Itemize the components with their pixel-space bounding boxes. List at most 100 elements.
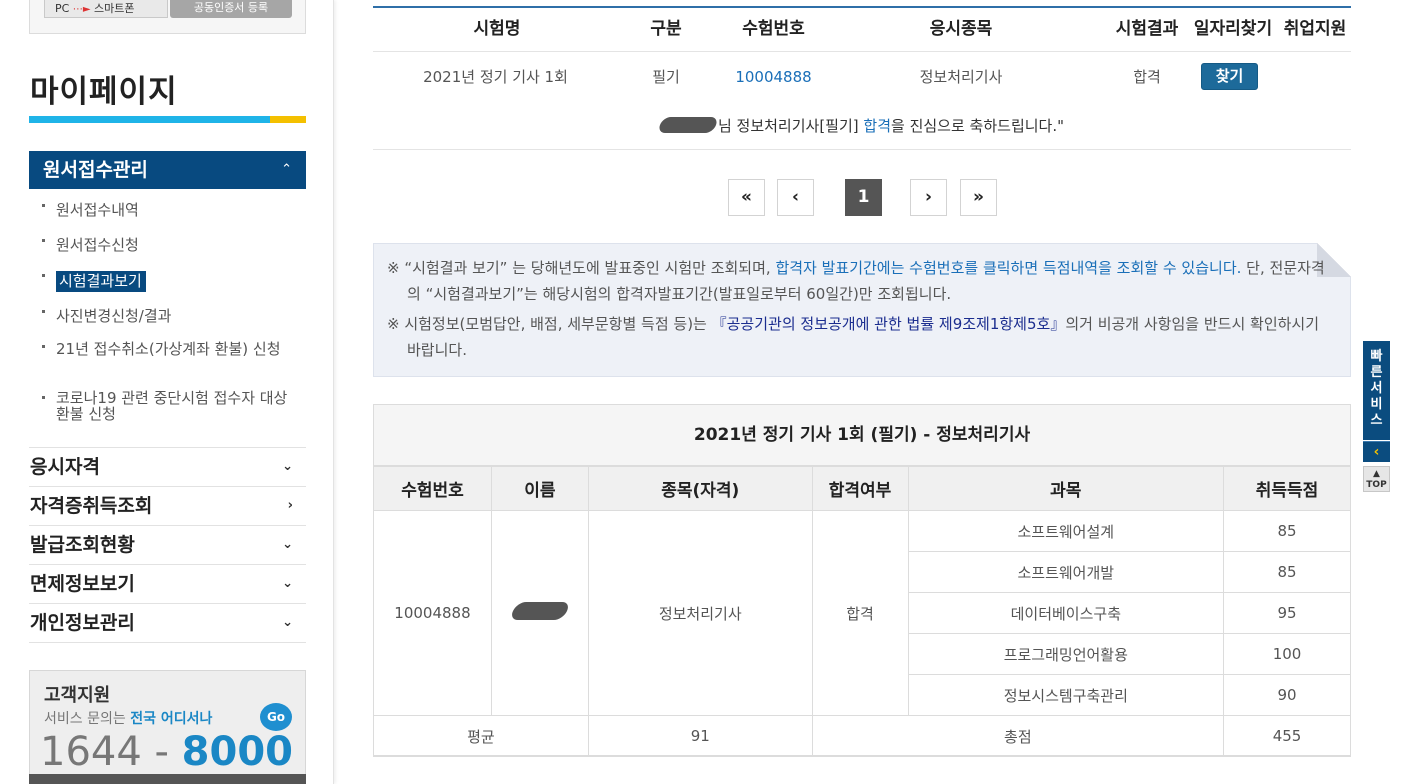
menu-eligibility[interactable]: 응시자격 ⌄ <box>29 448 306 487</box>
result-detail: 2021년 정기 기사 1회 (필기) - 정보처리기사 수험번호 이름 종목(… <box>373 404 1351 757</box>
first-page-button[interactable]: « <box>728 179 765 216</box>
cell-type: 필기 <box>652 68 680 86</box>
page: PC ⋯► 스마트폰 공동인증서 등록 마이페이지 원서접수관리 ⌃ 원서접수내… <box>0 0 1404 784</box>
total-label: 총점 <box>811 715 1225 757</box>
notice-box: ※ “시험결과 보기” 는 당해년도에 발표중인 시험만 조회되며, 합격자 발… <box>373 243 1351 377</box>
page-1-button[interactable]: 1 <box>845 179 882 216</box>
sidebar: PC ⋯► 스마트폰 공동인증서 등록 마이페이지 원서접수관리 ⌃ 원서접수내… <box>0 0 334 784</box>
sidebar-menu-list: 응시자격 ⌄ 자격증취득조회 › 발급조회현황 ⌄ 면제정보보기 ⌄ 개인정보관리 ⌄ <box>29 447 306 643</box>
quick-service-button[interactable]: 빠른서비스 <box>1363 341 1390 440</box>
submenu-item-covid-refund[interactable]: 코로나19 관련 중단시험 접수자 대상 환불 신청 <box>29 388 306 428</box>
last-page-button[interactable]: » <box>960 179 997 216</box>
prev-page-button[interactable]: ‹ <box>777 179 814 216</box>
page-title: 마이페이지 <box>30 74 178 110</box>
average-value: 91 <box>587 715 813 757</box>
menu-issuance-status[interactable]: 발급조회현황 ⌄ <box>29 526 306 565</box>
result-name <box>490 510 589 716</box>
next-page-button[interactable]: › <box>910 179 947 216</box>
subject-name: 데이터베이스구축 <box>907 592 1225 634</box>
header-employment-support: 취업지원 <box>1283 19 1347 39</box>
exam-no-link[interactable]: 10004888 <box>735 68 811 86</box>
menu-certificate-lookup[interactable]: 자격증취득조회 › <box>29 487 306 526</box>
subject-score: 85 <box>1223 551 1351 593</box>
menu-application-management[interactable]: 원서접수관리 ⌃ <box>29 151 306 189</box>
redacted-name <box>657 117 719 133</box>
menu-exemption-info[interactable]: 면제정보보기 ⌄ <box>29 565 306 604</box>
subject-name: 정보시스템구축관리 <box>907 674 1225 716</box>
support-bottom-bar <box>29 774 306 784</box>
table-row: 2021년 정기 기사 1회 필기 10004888 정보처리기사 합격 찾기 <box>373 52 1351 102</box>
result-header-name: 이름 <box>490 466 589 511</box>
result-table: 수험번호 이름 종목(자격) 합격여부 과목 취득득점 10004888 정보처… <box>373 466 1351 757</box>
submenu-item-application-history[interactable]: 원서접수내역 <box>29 196 306 231</box>
menu-personal-info[interactable]: 개인정보관리 ⌄ <box>29 604 306 643</box>
submenu-item-photo-change[interactable]: 사진변경신청/결과 <box>29 302 306 337</box>
header-result: 시험결과 <box>1115 19 1179 39</box>
result-header-pass: 합격여부 <box>811 466 909 511</box>
header-exam-name: 시험명 <box>473 19 521 39</box>
result-header-score: 취득득점 <box>1223 466 1351 511</box>
average-label: 평균 <box>373 715 589 757</box>
support-desc: 서비스 문의는 전국 어디서나 <box>44 711 213 727</box>
subject-score: 90 <box>1223 674 1351 716</box>
mobile-label: 스마트폰 <box>94 2 135 15</box>
caret-up-icon: ▲ <box>1373 469 1380 479</box>
result-caption: 2021년 정기 기사 1회 (필기) - 정보처리기사 <box>374 405 1350 466</box>
cell-exam-no: 10004888 <box>711 52 836 102</box>
chevron-up-icon: ⌃ <box>281 162 292 177</box>
scroll-top-button[interactable]: ▲ TOP <box>1363 466 1390 492</box>
result-header-qualification: 종목(자격) <box>587 466 813 511</box>
header-subject: 응시종목 <box>929 19 993 39</box>
title-underline-blue <box>29 116 270 123</box>
exam-table-header: 시험명 구분 수험번호 응시종목 시험결과 일자리찾기 취업지원 <box>373 8 1351 52</box>
result-header-exam-no: 수험번호 <box>373 466 492 511</box>
submenu-item-application-request[interactable]: 원서접수신청 <box>29 231 306 266</box>
subject-score: 85 <box>1223 510 1351 552</box>
go-button[interactable]: Go <box>260 703 292 731</box>
chevron-down-icon: ⌄ <box>282 615 293 630</box>
subject-score: 100 <box>1223 633 1351 675</box>
cell-exam-name: 2021년 정기 기사 1회 <box>423 68 568 86</box>
result-exam-no: 10004888 <box>373 510 492 716</box>
pc-label: PC <box>55 2 70 15</box>
result-pass: 합격 <box>811 510 909 716</box>
result-header-row: 수험번호 이름 종목(자격) 합격여부 과목 취득득점 <box>373 466 1351 511</box>
submenu-item-cancel-refund[interactable]: 21년 접수취소(가상계좌 환불) 신청 <box>29 337 306 388</box>
redacted-name <box>508 602 572 620</box>
notice-line-1: ※ “시험결과 보기” 는 당해년도에 발표중인 시험만 조회되며, 합격자 발… <box>387 259 1325 303</box>
subject-name: 소프트웨어개발 <box>907 551 1225 593</box>
title-underline-yellow <box>270 116 306 123</box>
chevron-left-icon[interactable]: ‹ <box>1363 441 1390 462</box>
device-switch-box: PC ⋯► 스마트폰 공동인증서 등록 <box>29 0 306 34</box>
arrow-right-icon: ⋯► <box>72 4 91 15</box>
find-job-button[interactable]: 찾기 <box>1201 63 1258 90</box>
customer-support-box: 고객지원 서비스 문의는 전국 어디서나 1644 - 8000 Go <box>29 670 306 784</box>
summary-row: 평균 91 총점 455 <box>373 715 1351 757</box>
header-type: 구분 <box>650 19 682 39</box>
certificate-button[interactable]: 공동인증서 등록 <box>170 0 292 18</box>
cell-subject: 정보처리기사 <box>919 68 1003 86</box>
notice-line-2: ※ 시험정보(모범답안, 배점, 세부문항별 득점 등)는 『공공기관의 정보공… <box>387 315 1320 359</box>
cell-result: 합격 <box>1133 68 1161 86</box>
chevron-down-icon: ⌄ <box>282 537 293 552</box>
pc-mobile-switch-button[interactable]: PC ⋯► 스마트폰 <box>44 0 168 18</box>
header-job-search: 일자리찾기 <box>1193 19 1273 39</box>
menu-application-management-label: 원서접수관리 <box>43 159 148 181</box>
subject-score: 95 <box>1223 592 1351 634</box>
header-exam-no: 수험번호 <box>742 19 805 39</box>
support-phone: 1644 - 8000 <box>40 729 293 775</box>
chevron-right-icon: › <box>287 498 293 513</box>
submenu: 원서접수내역 원서접수신청 시험결과보기 사진변경신청/결과 21년 접수취소(… <box>29 196 306 428</box>
subject-name: 소프트웨어설계 <box>907 510 1225 552</box>
total-value: 455 <box>1223 715 1351 757</box>
congratulation-message: 님 정보처리기사[필기] 합격을 진심으로 축하드립니다." <box>373 110 1351 150</box>
result-qualification: 정보처리기사 <box>587 510 813 716</box>
subject-name: 프로그래밍언어활용 <box>907 633 1225 675</box>
support-title: 고객지원 <box>44 685 111 706</box>
result-header-subject: 과목 <box>907 466 1225 511</box>
submenu-item-exam-results[interactable]: 시험결과보기 <box>29 266 306 302</box>
chevron-down-icon: ⌄ <box>282 576 293 591</box>
chevron-down-icon: ⌄ <box>282 459 293 474</box>
title-underline <box>29 116 306 123</box>
table-row: 10004888 정보처리기사 합격 소프트웨어설계 85 <box>373 510 1351 716</box>
